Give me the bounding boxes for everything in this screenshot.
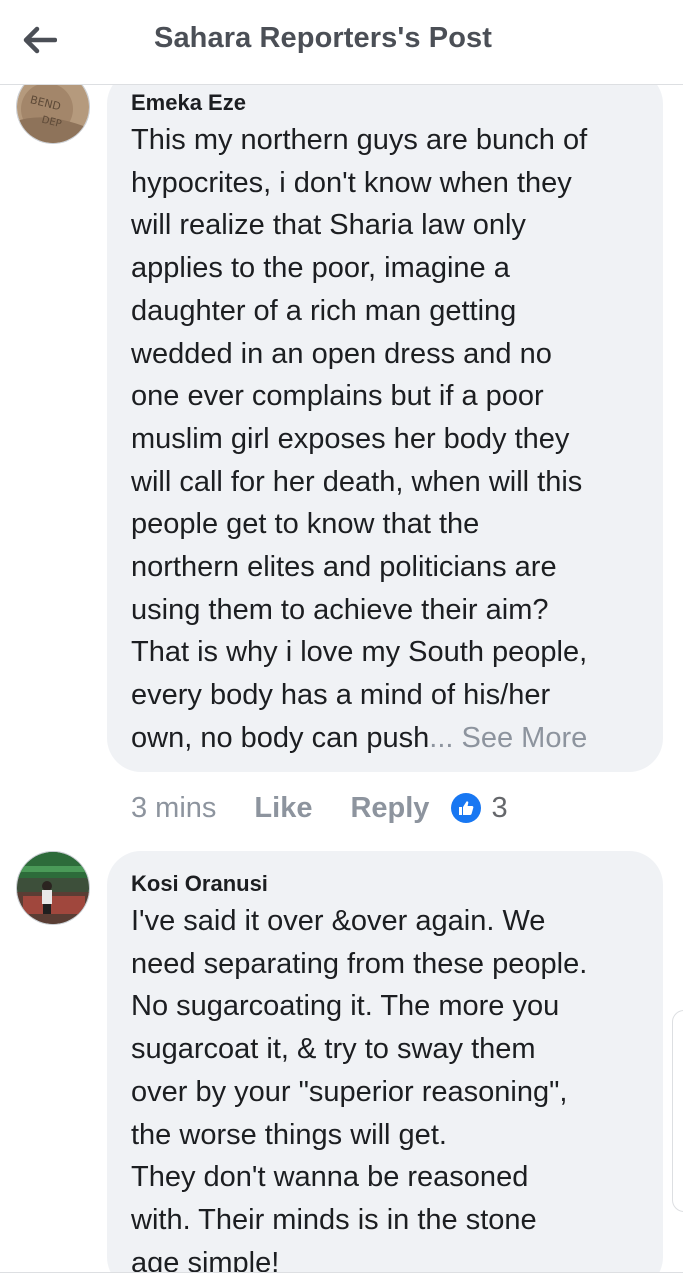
reply-button[interactable]: Reply [350, 792, 429, 825]
comment-body: This my northern guys are bunch of hypoc… [131, 124, 588, 754]
comment-actions: 3 mins Like Reply 3 [131, 788, 508, 828]
reaction-count[interactable]: 3 [491, 792, 507, 825]
see-more-link[interactable]: ... See More [429, 722, 587, 754]
bottom-divider [0, 1272, 683, 1280]
comment-text: This my northern guys are bunch of hypoc… [131, 119, 643, 760]
comment-author[interactable]: Emeka Eze [131, 90, 643, 116]
comment-timestamp: 3 mins [131, 791, 217, 824]
like-button[interactable]: Like [254, 792, 312, 825]
page-title: Sahara Reporters's Post [154, 22, 492, 54]
comment-author[interactable]: Kosi Oranusi [131, 871, 643, 897]
comment-bubble[interactable]: Emeka Eze This my northern guys are bunc… [107, 70, 663, 772]
comment-bubble[interactable]: Kosi Oranusi I've said it over &over aga… [107, 851, 663, 1280]
avatar[interactable] [16, 851, 90, 925]
thumbs-up-icon[interactable] [451, 793, 482, 823]
back-button[interactable] [18, 20, 62, 60]
avatar-image [17, 852, 89, 924]
comment-text: I've said it over &over again. We need s… [131, 905, 588, 1279]
adjacent-card-edge [672, 1010, 683, 1212]
post-comments-screen: Sahara Reporters's Post BEND DEP Emeka E… [0, 0, 683, 1280]
top-bar: Sahara Reporters's Post [0, 0, 683, 85]
arrow-left-icon [23, 26, 57, 54]
